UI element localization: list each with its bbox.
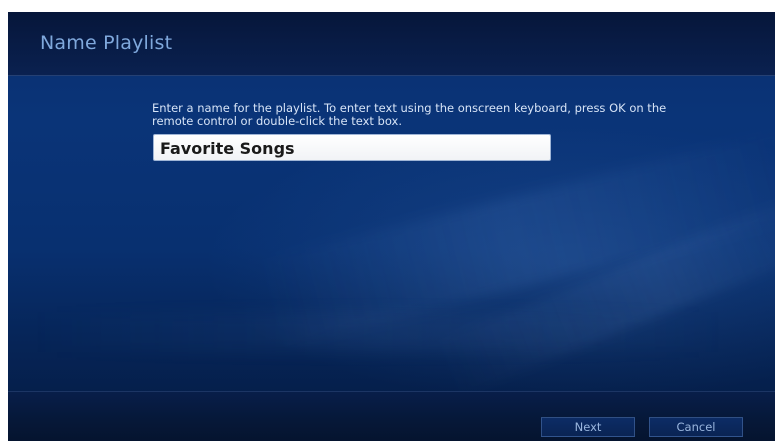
cancel-button[interactable]: Cancel	[649, 417, 743, 437]
instructions-text: Enter a name for the playlist. To enter …	[152, 101, 667, 128]
next-button[interactable]: Next	[541, 417, 635, 437]
background-light-streak	[432, 185, 775, 399]
footer-bar: Next Cancel	[8, 391, 775, 441]
playlist-name-input[interactable]	[153, 134, 551, 161]
media-center-window: Name Playlist Enter a name for the playl…	[8, 12, 775, 441]
title-bar: Name Playlist	[8, 12, 775, 76]
background-light-streak	[28, 312, 728, 352]
page-title: Name Playlist	[40, 32, 173, 54]
